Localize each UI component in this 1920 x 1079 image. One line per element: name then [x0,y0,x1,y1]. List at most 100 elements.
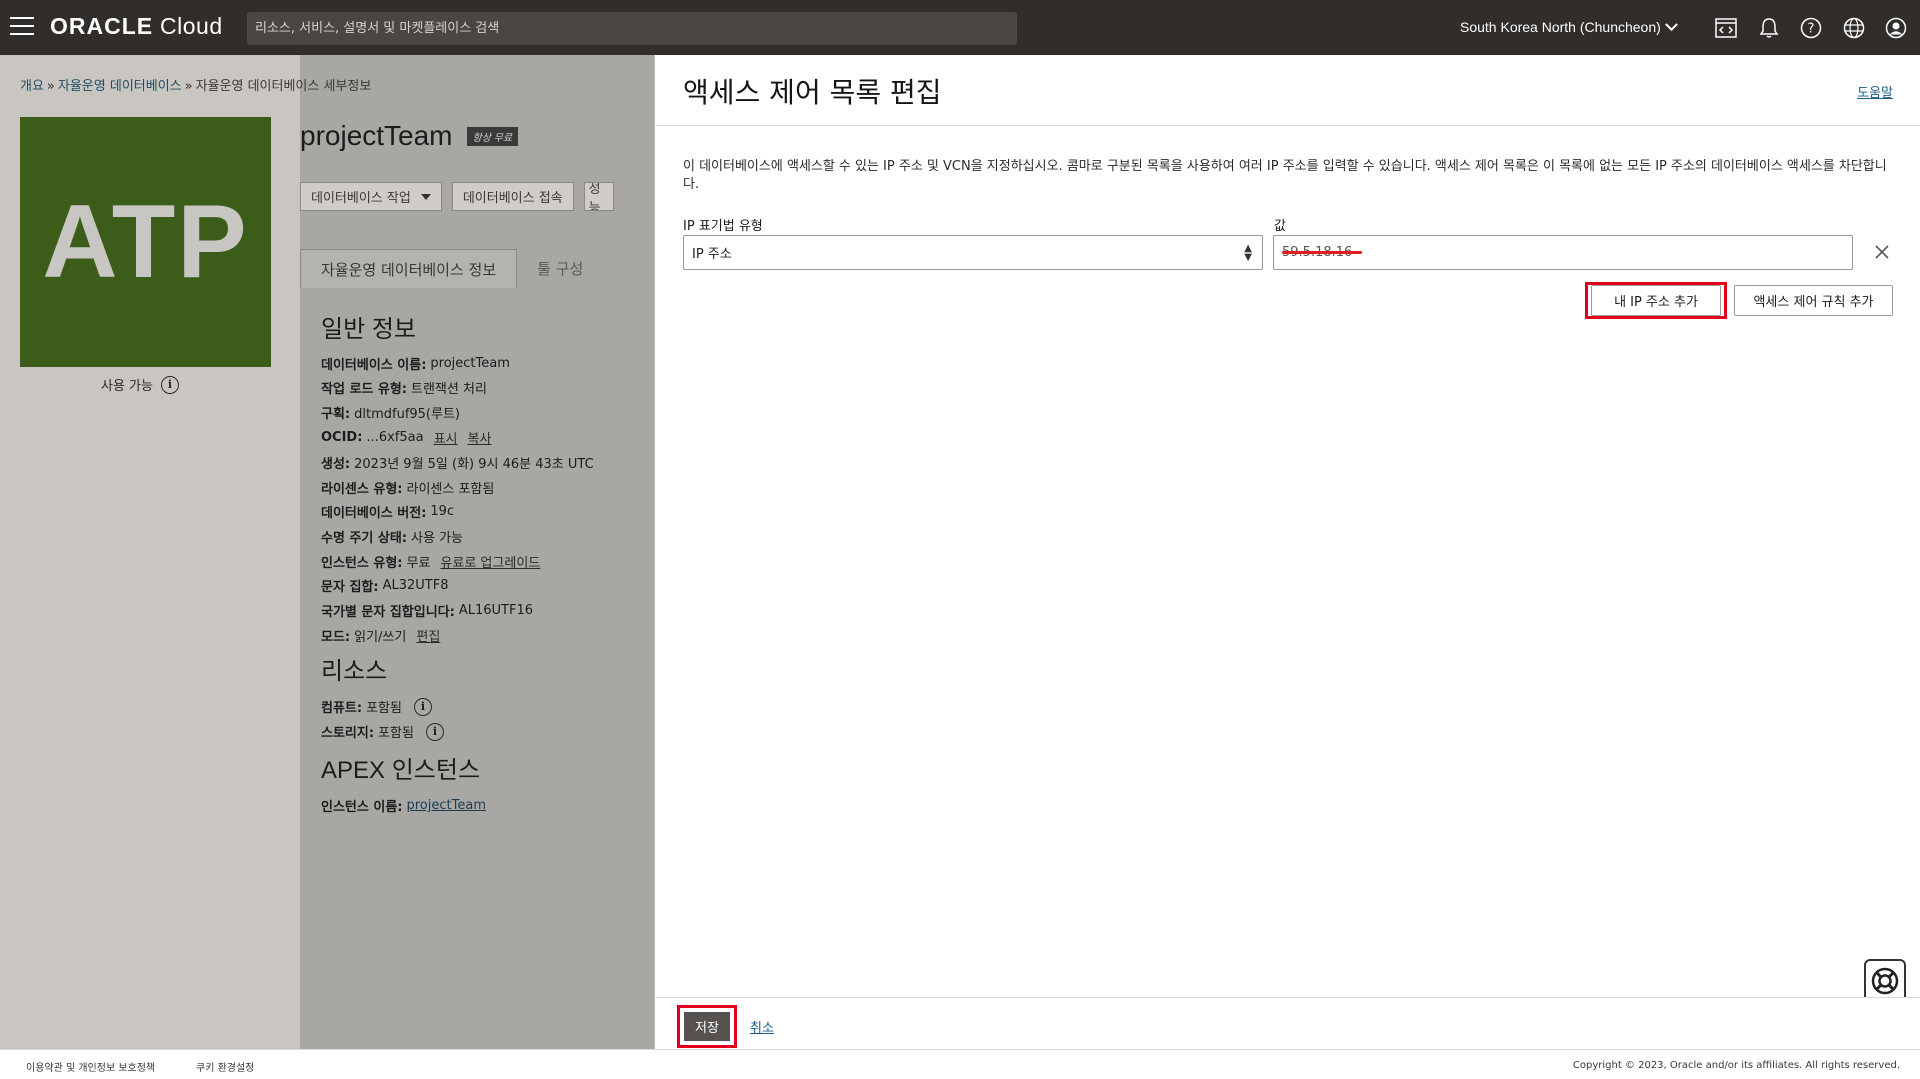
kv-label: 모드: [321,630,351,645]
bell-icon[interactable] [1756,15,1782,41]
breadcrumb-current: 자율운영 데이터베이스 세부정보 [195,79,372,94]
breadcrumb-separator: » [184,79,193,94]
panel-header: 액세스 제어 목록 편집 도움말 [655,55,1920,126]
kv-value: 읽기/쓰기 [354,630,407,645]
kv-label: 문자 집합: [321,580,379,595]
info-icon[interactable]: i [160,375,179,394]
resources-heading: 리소스 [321,658,388,685]
code-editor-icon[interactable] [1713,15,1739,41]
kv-value: 포함됨 [378,726,414,741]
save-button[interactable]: 저장 [684,1012,730,1041]
atp-tile: ATP [20,117,271,367]
kv-label: 데이터베이스 버전: [321,506,427,521]
kv-label: 수명 주기 상태: [321,531,408,546]
kv-created: 생성: 2023년 9월 5일 (화) 9시 46분 43초 UTC [321,453,594,472]
kv-label: 컴퓨트: [321,701,363,716]
kv-value: 라이센스 포함됨 [406,482,495,497]
database-title: projectTeam 항상 무료 [300,120,519,152]
general-info-heading: 일반 정보 [321,316,416,343]
kv-label: 라이센스 유형: [321,482,403,497]
kv-label: 데이터베이스 이름: [321,358,427,373]
region-label: South Korea North (Chuncheon) [1460,19,1661,35]
kv-charset: 문자 집합: AL32UTF8 [321,576,448,595]
search-input[interactable] [255,21,1017,36]
ip-notation-type-label: IP 표기법 유형 [683,219,763,234]
kv-label: 생성: [321,457,351,472]
database-name: projectTeam [300,120,453,151]
kv-value: AL32UTF8 [382,578,449,593]
chevron-down-icon [1664,17,1678,31]
panel-description: 이 데이터베이스에 액세스할 수 있는 IP 주소 및 VCN을 지정하십시오.… [683,159,1887,192]
tab-tool-config[interactable]: 툴 구성 [517,249,603,288]
kv-ocid: OCID: ...6xf5aa 표시 복사 [321,428,491,447]
breadcrumb-autonomous-db[interactable]: 자율운영 데이터베이스 [58,79,182,94]
panel-footer: 저장 취소 [655,997,1920,1049]
help-link[interactable]: 도움말 [1857,82,1893,101]
mode-edit-link[interactable]: 편집 [416,626,440,645]
select-arrows-icon: ▲ ▼ [1244,243,1252,263]
cancel-link[interactable]: 취소 [750,1017,774,1036]
breadcrumb-overview[interactable]: 개요 [20,79,44,94]
kv-compartment: 구획: dltmdfuf95(루트) [321,403,460,422]
button-label: 데이터베이스 작업 [311,191,411,206]
database-connection-button[interactable]: 데이터베이스 접속 [451,182,574,211]
kv-storage: 스토리지: 포함됨 i [321,722,444,741]
details-tabs: 자율운영 데이터베이스 정보 툴 구성 [300,249,603,288]
kv-value: 포함됨 [366,701,402,716]
kv-label: 인스턴스 이름: [321,800,403,815]
info-icon[interactable]: i [413,697,432,716]
ip-notation-type-select[interactable]: IP 주소 ▲ ▼ [683,235,1263,270]
kv-value: projectTeam [430,356,510,371]
kv-label: OCID: [321,430,363,445]
kv-mode: 모드: 읽기/쓰기 편집 [321,626,440,645]
value-label: 값 [1274,219,1286,234]
upgrade-to-paid-link[interactable]: 유료로 업그레이드 [440,552,540,571]
kv-ncharset: 국가별 문자 집합입니다: AL16UTF16 [321,601,533,620]
apex-instance-link[interactable]: projectTeam [407,798,486,813]
kv-label: 구획: [321,407,351,422]
top-navigation-bar: ORACLE Cloud South Korea North (Chuncheo… [0,0,1920,55]
performance-button[interactable]: 성능 [583,182,614,211]
button-label: 성능 [588,182,601,211]
database-details-page-dimmed: 개요» 자율운영 데이터베이스» 자율운영 데이터베이스 세부정보 ATP 사용 가… [0,55,654,1049]
svg-text:?: ? [1808,22,1815,37]
tab-adb-info[interactable]: 자율운영 데이터베이스 정보 [300,249,518,288]
kv-value: 사용 가능 [411,531,463,546]
caret-down-icon [420,193,431,200]
info-icon[interactable]: i [425,722,444,741]
globe-icon[interactable] [1841,15,1867,41]
ocid-copy-link[interactable]: 복사 [468,428,492,447]
oracle-cloud-logo[interactable]: ORACLE Cloud [50,13,223,40]
apex-heading: APEX 인스턴스 [321,757,481,784]
kv-value: 트랜잭션 처리 [411,382,487,397]
atp-tile-text: ATP [42,183,249,300]
kv-instance-type: 인스턴스 유형: 무료 유료로 업그레이드 [321,552,540,571]
add-acl-rule-button[interactable]: 액세스 제어 규칙 추가 [1734,285,1893,316]
kv-label: 스토리지: [321,726,375,741]
button-label: 데이터베이스 접속 [462,191,563,206]
kv-value: 무료 [406,556,431,571]
ocid-show-link[interactable]: 표시 [434,428,458,447]
breadcrumb: 개요» 자율운영 데이터베이스» 자율운영 데이터베이스 세부정보 [20,75,371,94]
kv-value: ...6xf5aa [366,430,424,445]
kv-compute: 컴퓨트: 포함됨 i [321,697,432,716]
redaction-strike [1282,251,1362,254]
region-selector[interactable]: South Korea North (Chuncheon) [1460,17,1678,35]
lifecycle-status: 사용 가능 i [101,375,179,394]
ip-value-input[interactable]: 59.5.18.16 [1273,235,1853,270]
help-icon[interactable]: ? [1798,15,1824,41]
breadcrumb-separator: » [46,79,55,94]
status-label: 사용 가능 [101,379,153,394]
remove-rule-close-icon[interactable] [1871,241,1893,263]
kv-apex-instance: 인스턴스 이름: projectTeam [321,796,486,815]
hamburger-menu-icon[interactable] [10,17,34,37]
terms-privacy-link[interactable]: 이용약관 및 개인정보 보호정책 [26,1059,155,1074]
kv-label: 국가별 문자 집합입니다: [321,605,455,620]
cookie-preferences-link[interactable]: 쿠키 환경설정 [196,1059,254,1074]
user-icon[interactable] [1883,15,1909,41]
database-actions-button[interactable]: 데이터베이스 작업 [300,182,442,211]
add-my-ip-button[interactable]: 내 IP 주소 추가 [1591,285,1721,316]
search-bar[interactable] [247,12,1017,45]
copyright-text: Copyright © 2023, Oracle and/or its affi… [1572,1060,1900,1071]
edit-acl-panel: 액세스 제어 목록 편집 도움말 이 데이터베이스에 액세스할 수 있는 IP … [654,55,1920,1055]
